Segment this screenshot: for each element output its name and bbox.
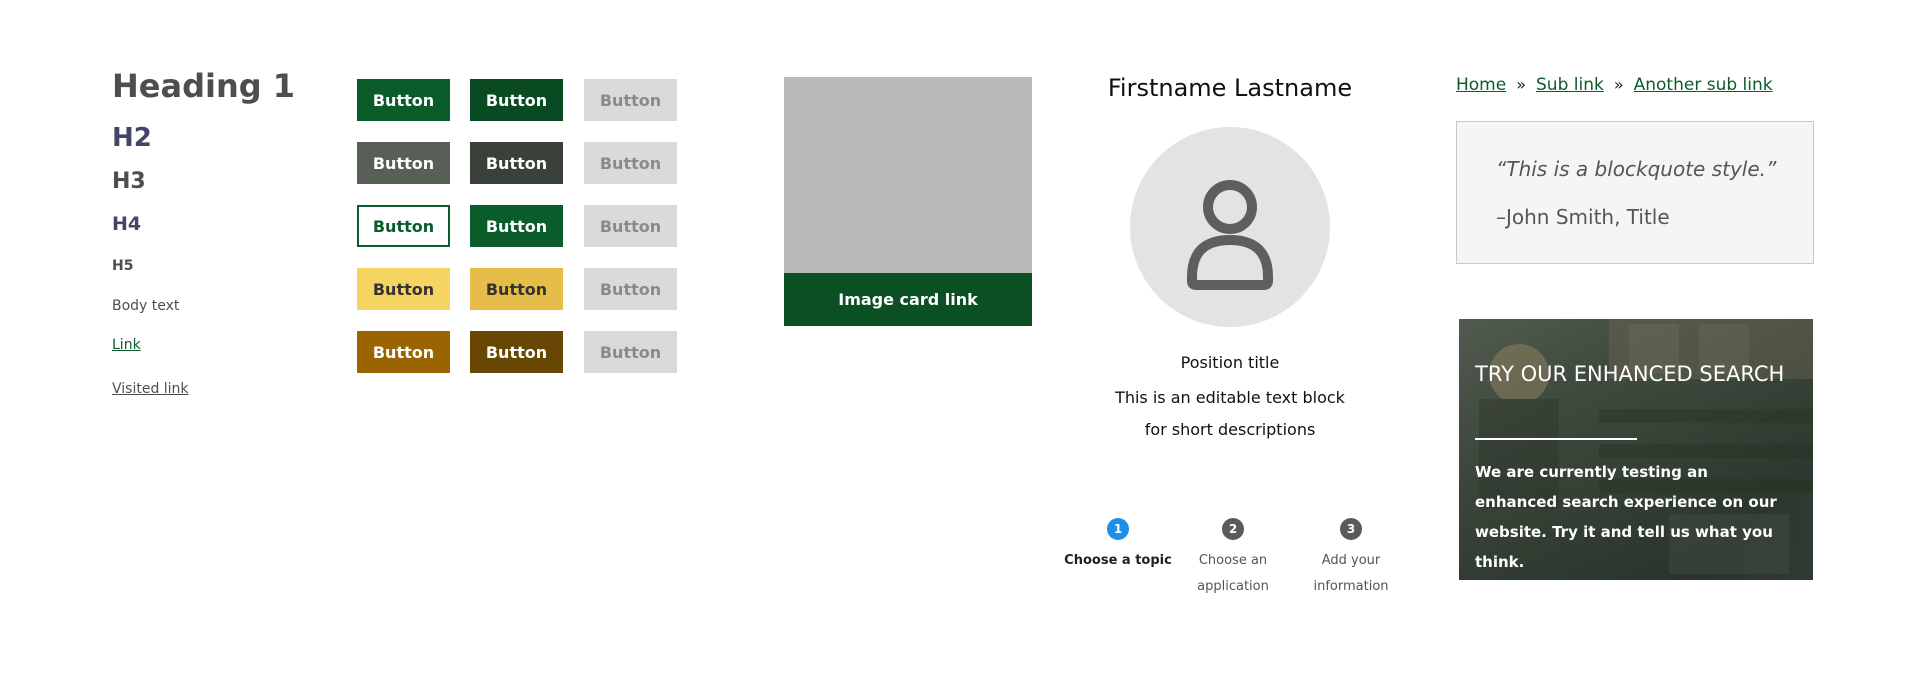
- search-banner-text: We are currently testing an enhanced sea…: [1475, 463, 1777, 571]
- search-banner[interactable]: TRY OUR ENHANCED SEARCH We are currently…: [1459, 319, 1813, 580]
- primary-button-hover[interactable]: Button: [470, 79, 563, 121]
- image-card-placeholder: [784, 77, 1032, 273]
- step-label-line: information: [1313, 579, 1389, 594]
- disabled-button: Button: [584, 331, 677, 373]
- profile-description: This is an editable text block for short…: [1080, 382, 1380, 446]
- profile-description-line: for short descriptions: [1144, 420, 1316, 439]
- breadcrumb-separator: »: [1613, 75, 1624, 94]
- profile-description-line: This is an editable text block: [1115, 388, 1345, 407]
- step-label: Add your information: [1291, 548, 1411, 600]
- blockquote: [1456, 121, 1814, 264]
- user-icon: [1187, 180, 1273, 290]
- secondary-button[interactable]: Button: [357, 142, 450, 184]
- yellow-button-hover[interactable]: Button: [470, 268, 563, 310]
- outline-button-hover[interactable]: Button: [470, 205, 563, 247]
- avatar: [1130, 127, 1330, 327]
- step-label-line: application: [1197, 579, 1269, 594]
- primary-button[interactable]: Button: [357, 79, 450, 121]
- step-number: 3: [1340, 518, 1362, 540]
- outline-button[interactable]: Button: [357, 205, 450, 247]
- step-1[interactable]: 1 Choose a topic: [1058, 518, 1178, 574]
- breadcrumb-another-sub-link[interactable]: Another sub link: [1634, 74, 1773, 96]
- breadcrumb-home[interactable]: Home: [1456, 74, 1506, 96]
- breadcrumb: Home » Sub link » Another sub link: [1456, 74, 1773, 96]
- step-label-line: Choose an: [1198, 553, 1268, 568]
- gold-button[interactable]: Button: [357, 331, 450, 373]
- step-number: 2: [1222, 518, 1244, 540]
- search-banner-divider: [1475, 438, 1637, 440]
- heading-3: H3: [112, 169, 146, 194]
- breadcrumb-separator: »: [1516, 75, 1526, 94]
- step-2[interactable]: 2 Choose an application: [1173, 518, 1293, 600]
- image-card-link[interactable]: Image card link: [784, 273, 1032, 326]
- step-label-line: Add your: [1321, 553, 1381, 568]
- heading-1: Heading 1: [112, 67, 296, 105]
- step-label: Choose an application: [1173, 548, 1293, 600]
- heading-4: H4: [112, 213, 142, 235]
- step-number: 1: [1107, 518, 1129, 540]
- secondary-button-hover[interactable]: Button: [470, 142, 563, 184]
- heading-5: H5: [112, 258, 134, 274]
- profile-name: Firstname Lastname: [1107, 74, 1353, 102]
- sample-link[interactable]: Link: [112, 336, 141, 354]
- position-title: Position title: [1180, 353, 1280, 372]
- disabled-button: Button: [584, 205, 677, 247]
- disabled-button: Button: [584, 142, 677, 184]
- body-text: Body text: [112, 298, 180, 314]
- search-banner-title: TRY OUR ENHANCED SEARCH: [1475, 362, 1785, 386]
- blockquote-text: “This is a blockquote style.”: [1496, 157, 1777, 181]
- visited-link[interactable]: Visited link: [112, 380, 189, 398]
- yellow-button[interactable]: Button: [357, 268, 450, 310]
- disabled-button: Button: [584, 268, 677, 310]
- heading-2: H2: [112, 123, 152, 153]
- disabled-button: Button: [584, 79, 677, 121]
- blockquote-author: –John Smith, Title: [1496, 205, 1670, 229]
- step-3[interactable]: 3 Add your information: [1291, 518, 1411, 600]
- gold-button-hover[interactable]: Button: [470, 331, 563, 373]
- breadcrumb-sub-link[interactable]: Sub link: [1536, 74, 1604, 96]
- step-label: Choose a topic: [1064, 553, 1172, 568]
